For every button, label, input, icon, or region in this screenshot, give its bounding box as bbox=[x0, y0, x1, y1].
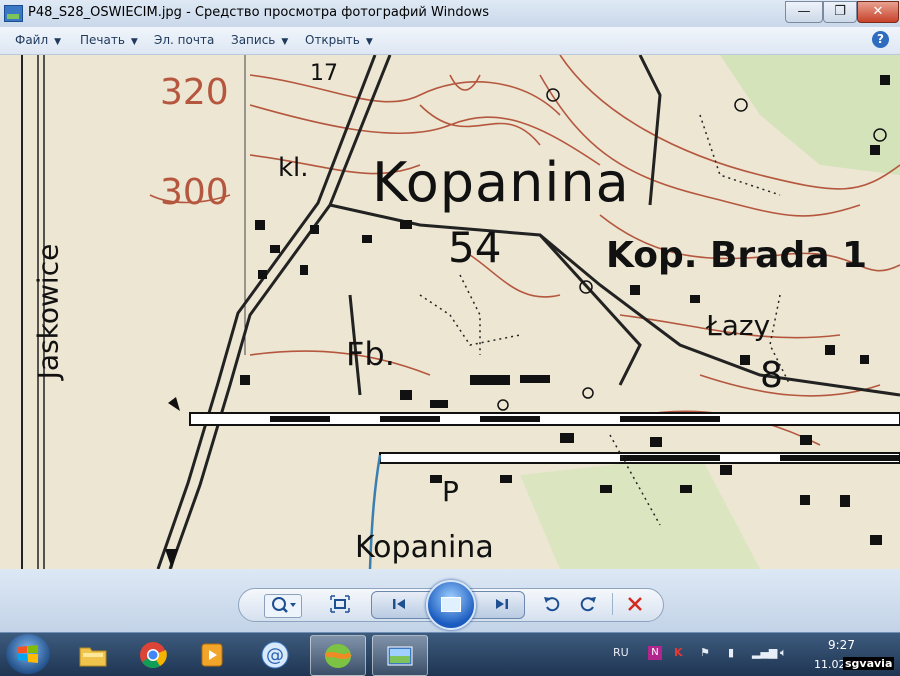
close-button[interactable]: ✕ bbox=[857, 1, 899, 23]
taskbar: @ RU N K ⚑ ▮ ▂▄▆ 🔈︎ 9:27 11.02 bbox=[0, 632, 900, 676]
photo-viewer-app-icon bbox=[4, 5, 23, 22]
actual-size-icon bbox=[330, 595, 350, 613]
svg-text:@: @ bbox=[266, 645, 284, 666]
folder-icon bbox=[79, 647, 107, 667]
menu-burn[interactable]: Запись ▼ bbox=[231, 33, 288, 47]
previous-icon bbox=[393, 599, 405, 609]
rotate-right-button[interactable] bbox=[576, 594, 600, 616]
clock-date[interactable]: 11.02 bbox=[814, 658, 846, 671]
actual-size-button[interactable] bbox=[327, 594, 353, 616]
taskbar-chrome[interactable] bbox=[126, 635, 180, 674]
magnifier-icon bbox=[272, 597, 296, 613]
map-label-kl: kl. bbox=[278, 153, 309, 183]
delete-button[interactable] bbox=[623, 594, 647, 616]
help-icon[interactable]: ? bbox=[872, 31, 889, 48]
menu-email-label: Эл. почта bbox=[154, 33, 215, 47]
antivirus-tray-icon[interactable]: K bbox=[674, 646, 683, 659]
menu-file[interactable]: Файл ▼ bbox=[15, 33, 61, 47]
menu-print[interactable]: Печать ▼ bbox=[80, 33, 138, 47]
slideshow-icon bbox=[441, 597, 461, 612]
menu-bar: Файл ▼ Печать ▼ Эл. почта Запись ▼ Открыть ▼ bbox=[0, 27, 900, 55]
map-number-17: 17 bbox=[310, 61, 338, 86]
menu-open[interactable]: Открыть ▼ bbox=[305, 33, 373, 47]
battery-tray-icon[interactable]: ▮ bbox=[728, 646, 734, 659]
zoom-button[interactable] bbox=[264, 594, 302, 618]
map-number-8: 8 bbox=[760, 355, 783, 396]
dropdown-arrow-icon: ▼ bbox=[365, 37, 373, 47]
viewer-controls bbox=[0, 569, 900, 632]
image-viewport[interactable]: 320 300 17 kl. Kopanina 54 Kop. Brada 1 … bbox=[0, 55, 900, 569]
media-player-icon bbox=[201, 643, 223, 667]
minimize-button[interactable]: — bbox=[785, 1, 823, 23]
flag-tray-icon[interactable]: ⚑ bbox=[700, 646, 710, 659]
map-label-p: P bbox=[442, 475, 459, 508]
menu-email[interactable]: Эл. почта bbox=[154, 33, 214, 47]
map-label-kopanina-main: Kopanina bbox=[372, 151, 630, 214]
delete-icon bbox=[628, 597, 642, 611]
title-bar: P48_S28_OSWIECIM.jpg - Средство просмотр… bbox=[0, 0, 900, 27]
menu-print-label: Печать bbox=[80, 33, 125, 47]
clock-time[interactable]: 9:27 bbox=[828, 638, 855, 652]
taskbar-media-player[interactable] bbox=[186, 635, 240, 674]
controls-separator bbox=[612, 593, 613, 615]
chrome-icon bbox=[140, 642, 167, 669]
windows-logo-icon bbox=[18, 645, 38, 663]
rotate-left-button[interactable] bbox=[540, 594, 564, 616]
rotate-right-icon bbox=[580, 597, 596, 612]
map-number-54: 54 bbox=[448, 223, 502, 272]
minimize-icon: — bbox=[797, 4, 811, 19]
menu-file-label: Файл bbox=[15, 33, 49, 47]
mail-at-icon: @ bbox=[261, 641, 289, 669]
map-label-kopanina-small: Kopanina bbox=[355, 530, 494, 565]
rotate-left-icon bbox=[544, 597, 560, 612]
dropdown-arrow-icon: ▼ bbox=[54, 37, 62, 47]
next-icon bbox=[496, 599, 508, 609]
contour-label-300: 300 bbox=[160, 172, 229, 213]
map-label-fb: Fb. bbox=[346, 335, 395, 373]
photo-viewer-icon bbox=[387, 646, 413, 666]
app-disc-icon bbox=[324, 644, 352, 668]
volume-tray-icon[interactable]: 🔈︎ bbox=[780, 646, 787, 660]
map-label-kop-brada: Kop. Brada 1 bbox=[606, 235, 868, 276]
menu-burn-label: Запись bbox=[231, 33, 276, 47]
maximize-icon: ❐ bbox=[834, 4, 846, 19]
watermark: sgvavia bbox=[843, 657, 895, 670]
dropdown-arrow-icon: ▼ bbox=[130, 37, 138, 47]
map-label-lazy: Łazy bbox=[706, 309, 771, 342]
maximize-button[interactable]: ❐ bbox=[823, 1, 857, 23]
onenote-tray-icon[interactable]: N bbox=[648, 646, 662, 660]
taskbar-photo-viewer[interactable] bbox=[372, 635, 428, 676]
start-button[interactable] bbox=[6, 634, 50, 674]
network-tray-icon[interactable]: ▂▄▆ bbox=[752, 646, 777, 659]
contour-label-320: 320 bbox=[160, 72, 229, 113]
previous-button[interactable] bbox=[384, 594, 414, 616]
taskbar-app-green[interactable] bbox=[310, 635, 366, 676]
slideshow-button[interactable] bbox=[426, 580, 476, 630]
language-indicator[interactable]: RU bbox=[613, 646, 629, 659]
menu-open-label: Открыть bbox=[305, 33, 360, 47]
taskbar-mail[interactable]: @ bbox=[248, 635, 302, 674]
dropdown-arrow-icon: ▼ bbox=[281, 37, 289, 47]
taskbar-explorer[interactable] bbox=[66, 635, 120, 674]
next-button[interactable] bbox=[487, 594, 517, 616]
close-icon: ✕ bbox=[872, 4, 884, 19]
window-title: P48_S28_OSWIECIM.jpg - Средство просмотр… bbox=[28, 5, 490, 20]
map-label-jaskowice: Jaskowice bbox=[31, 243, 65, 380]
